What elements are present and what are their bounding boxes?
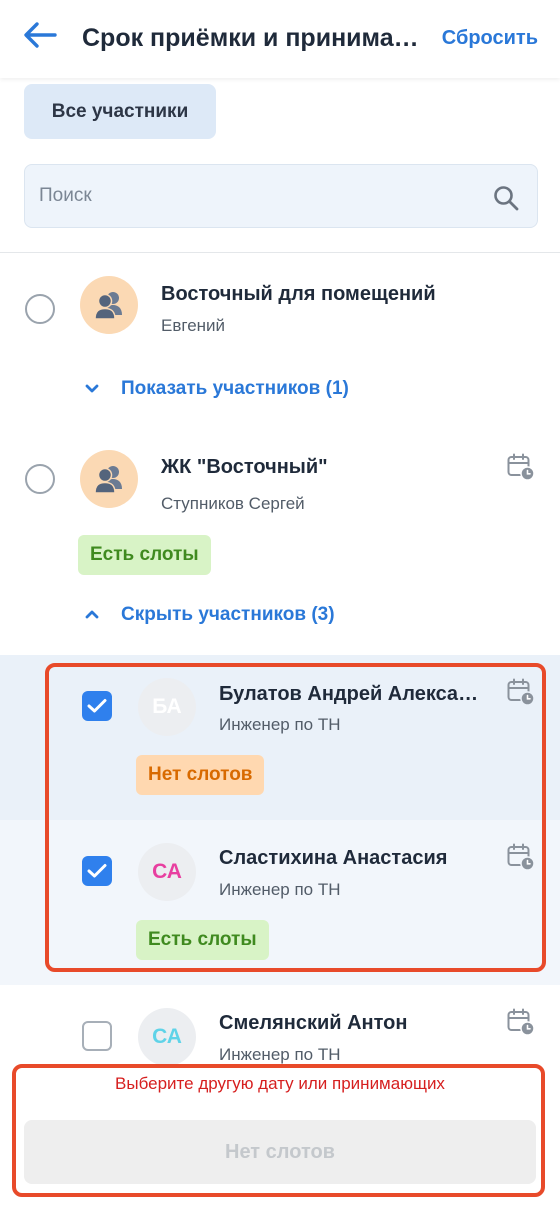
chevron-up-icon[interactable] <box>84 608 100 620</box>
slots-available-badge: Есть слоты <box>136 920 269 960</box>
reset-button[interactable]: Сбросить <box>442 27 538 50</box>
chevron-down-icon[interactable] <box>84 383 100 395</box>
member-checkbox[interactable] <box>82 691 112 721</box>
group-avatar <box>80 276 138 334</box>
member-name: Булатов Андрей Александрович <box>219 683 481 705</box>
group-avatar <box>80 450 138 508</box>
member-checkbox[interactable] <box>82 1021 112 1051</box>
member-name: Сластихина Анастасия <box>219 847 448 869</box>
top-bar: Срок приёмки и принимающие Сбросить <box>0 0 560 78</box>
footer-panel: Выберите другую дату или принимающих Нет… <box>0 1070 560 1212</box>
list-item[interactable] <box>0 655 560 820</box>
group-subtitle: Евгений <box>161 316 226 335</box>
page-title: Срок приёмки и принимающие <box>82 24 427 52</box>
error-message: Выберите другую дату или принимающих <box>115 1074 445 1093</box>
search-input[interactable] <box>39 165 479 227</box>
calendar-clock-icon[interactable] <box>506 452 536 482</box>
group-icon <box>94 466 122 494</box>
calendar-clock-icon[interactable] <box>506 842 536 872</box>
group-icon <box>94 292 122 320</box>
search-icon[interactable] <box>493 185 519 211</box>
back-arrow-icon[interactable] <box>22 20 62 52</box>
member-checkbox[interactable] <box>82 856 112 886</box>
calendar-clock-icon[interactable] <box>506 1007 536 1037</box>
show-participants-link[interactable]: Показать участников (1) <box>121 378 349 400</box>
checkmark-icon <box>87 699 107 713</box>
no-slots-button[interactable]: Нет слотов <box>24 1120 536 1184</box>
group-title: Восточный для помещений <box>161 283 436 305</box>
hide-participants-link[interactable]: Скрыть участников (3) <box>121 604 335 626</box>
group-radio[interactable] <box>25 464 55 494</box>
avatar: БА <box>138 678 196 736</box>
member-role: Инженер по ТН <box>219 715 341 734</box>
group-subtitle: Ступников Сергей <box>161 494 305 513</box>
calendar-clock-icon[interactable] <box>506 677 536 707</box>
member-name: Смелянский Антон <box>219 1012 408 1034</box>
member-role: Инженер по ТН <box>219 880 341 899</box>
divider <box>0 252 560 253</box>
slots-available-badge: Есть слоты <box>78 535 211 575</box>
avatar: СА <box>138 1008 196 1066</box>
member-role: Инженер по ТН <box>219 1045 341 1064</box>
avatar: СА <box>138 843 196 901</box>
checkmark-icon <box>87 864 107 878</box>
all-participants-button[interactable]: Все участники <box>24 84 216 139</box>
group-title: ЖК "Восточный" <box>161 456 328 478</box>
search-field <box>24 164 538 228</box>
no-slots-badge: Нет слотов <box>136 755 265 795</box>
list-item[interactable] <box>0 820 560 985</box>
group-radio[interactable] <box>25 294 55 324</box>
